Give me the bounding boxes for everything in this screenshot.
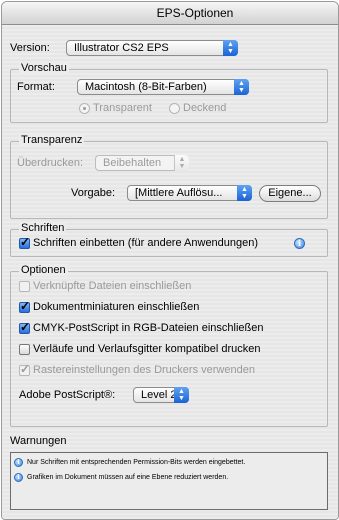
transparent-radio-label: Transparent — [93, 102, 152, 114]
format-label: Format: — [17, 81, 55, 93]
schriften-group: Schriften Schriften einbetten (für ander… — [10, 222, 328, 257]
format-select-value: Macintosh (8-Bit-Farben) — [85, 81, 207, 93]
ueberdrucken-select-value: Beibehalten — [103, 157, 162, 169]
info-icon: i — [14, 473, 23, 482]
vorgabe-select[interactable]: [Mittlere Auflösu... ▲ ▼ — [127, 185, 252, 201]
optionen-group: Optionen Verknüpfte Dateien einschließen… — [10, 264, 328, 427]
version-select[interactable]: Illustrator CS2 EPS ▲ ▼ — [66, 40, 238, 56]
embed-fonts-label: Schriften einbetten (für andere Anwendun… — [33, 237, 259, 249]
up-down-arrows-icon: ▲ ▼ — [237, 185, 252, 201]
postscript-level-select[interactable]: Level 2 ▲ ▼ — [133, 387, 189, 403]
warnungen-title: Warnungen — [10, 435, 67, 447]
info-icon: i — [14, 458, 23, 467]
printer-screens-checkbox[interactable] — [19, 362, 30, 376]
info-icon[interactable]: i — [294, 238, 305, 249]
title-bar: EPS-Optionen — [2, 2, 338, 25]
vorgabe-select-value: [Mittlere Auflösu... — [135, 187, 223, 199]
option-label: Verläufe und Verlaufsgitter kompatibel d… — [33, 343, 261, 355]
warnings-box: i Nur Schriften mit entsprechenden Permi… — [10, 452, 328, 510]
vorgabe-label: Vorgabe: — [71, 187, 116, 199]
format-select[interactable]: Macintosh (8-Bit-Farben) ▲ ▼ — [77, 79, 249, 95]
dialog-content: Version: Illustrator CS2 EPS ▲ ▼ Vorschau… — [2, 25, 338, 519]
thumbnails-checkbox[interactable] — [19, 299, 30, 313]
option-label: Dokumentminiaturen einschließen — [33, 301, 200, 313]
up-down-arrows-icon: ▲ ▼ — [223, 40, 238, 56]
warning-line: Nur Schriften mit entsprechenden Permiss… — [27, 459, 246, 466]
transparenz-legend: Transparenz — [19, 134, 85, 146]
gradient-compat-checkbox[interactable] — [19, 344, 30, 355]
embed-fonts-checkbox[interactable] — [19, 235, 30, 249]
up-down-arrows-icon: ▲ ▼ — [234, 79, 249, 95]
option-label: Rastereinstellungen des Druckers verwend… — [33, 364, 255, 376]
up-down-arrows-icon: ▲ ▼ — [174, 155, 189, 171]
up-down-arrows-icon: ▲ ▼ — [174, 387, 189, 403]
warning-line: Grafiken im Dokument müssen auf eine Ebe… — [27, 474, 229, 481]
ueberdrucken-label: Überdrucken: — [17, 157, 84, 169]
ueberdrucken-select[interactable]: Beibehalten ▲ ▼ — [95, 155, 189, 171]
eigene-button[interactable]: Eigene... — [259, 185, 321, 202]
linked-files-checkbox[interactable] — [19, 281, 30, 292]
deckend-radio[interactable] — [169, 103, 180, 114]
version-select-value: Illustrator CS2 EPS — [74, 42, 169, 54]
option-label: Verknüpfte Dateien einschließen — [33, 280, 192, 292]
postscript-label: Adobe PostScript®: — [19, 389, 116, 401]
version-label: Version: — [10, 42, 50, 54]
transparent-radio[interactable] — [79, 103, 90, 114]
vorschau-legend: Vorschau — [19, 62, 69, 74]
option-label: CMYK-PostScript in RGB-Dateien einschlie… — [33, 322, 264, 334]
optionen-legend: Optionen — [19, 264, 68, 276]
deckend-radio-label: Deckend — [183, 102, 227, 114]
window-title: EPS-Optionen — [156, 6, 234, 20]
vorschau-group: Vorschau Format: Macintosh (8-Bit-Farben… — [10, 62, 328, 123]
transparenz-group: Transparenz Überdrucken: Beibehalten ▲ ▼ … — [10, 134, 328, 219]
schriften-legend: Schriften — [19, 222, 67, 234]
cmyk-postscript-checkbox[interactable] — [19, 320, 30, 334]
postscript-level-value: Level 2 — [141, 389, 177, 401]
eps-options-dialog: EPS-Optionen Version: Illustrator CS2 EP… — [1, 1, 339, 520]
